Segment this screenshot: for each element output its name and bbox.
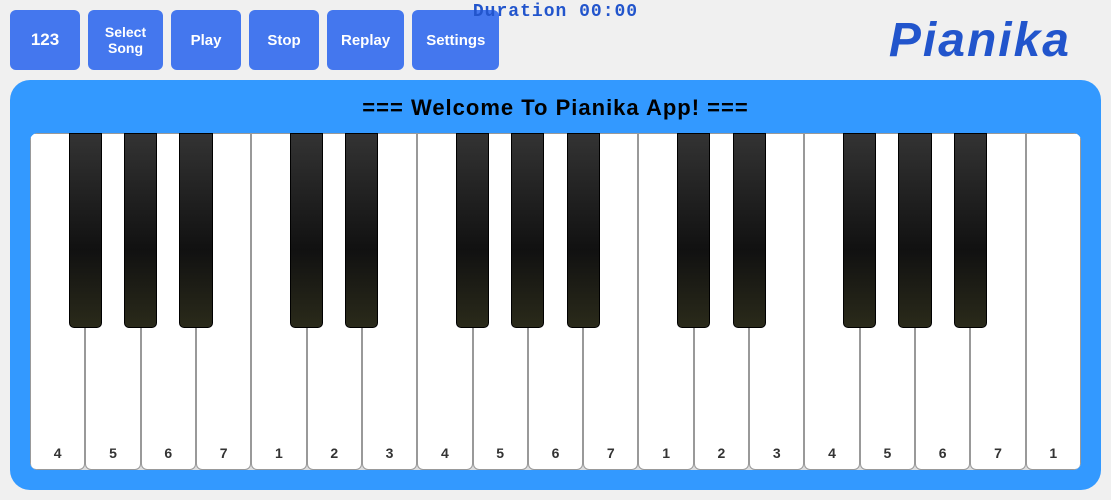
white-key-label-17: 7 bbox=[994, 445, 1002, 461]
white-key-label-9: 6 bbox=[552, 445, 560, 461]
white-key-label-14: 4 bbox=[828, 445, 836, 461]
white-key-label-4: 1 bbox=[275, 445, 283, 461]
white-key-label-3: 7 bbox=[220, 445, 228, 461]
white-key-label-16: 6 bbox=[939, 445, 947, 461]
black-key-6[interactable] bbox=[511, 133, 544, 328]
white-key-18[interactable]: 1 bbox=[1026, 133, 1081, 470]
white-key-label-18: 1 bbox=[1049, 445, 1057, 461]
white-key-label-8: 5 bbox=[496, 445, 504, 461]
black-key-1[interactable] bbox=[124, 133, 157, 328]
black-key-4[interactable] bbox=[345, 133, 378, 328]
duration-label: Duration 00:00 bbox=[473, 2, 638, 22]
black-key-12[interactable] bbox=[954, 133, 987, 328]
btn-replay[interactable]: Replay bbox=[327, 10, 404, 70]
white-key-label-11: 1 bbox=[662, 445, 670, 461]
white-key-label-13: 3 bbox=[773, 445, 781, 461]
white-key-label-5: 2 bbox=[330, 445, 338, 461]
btn-play[interactable]: Play bbox=[171, 10, 241, 70]
white-key-label-12: 2 bbox=[718, 445, 726, 461]
piano-container: === Welcome To Pianika App! === 45671234… bbox=[10, 80, 1101, 490]
btn-stop[interactable]: Stop bbox=[249, 10, 319, 70]
white-key-label-7: 4 bbox=[441, 445, 449, 461]
top-bar: Duration 00:00 123 SelectSong Play Stop … bbox=[10, 10, 1101, 70]
black-key-3[interactable] bbox=[290, 133, 323, 328]
black-key-5[interactable] bbox=[456, 133, 489, 328]
black-key-10[interactable] bbox=[843, 133, 876, 328]
black-key-11[interactable] bbox=[898, 133, 931, 328]
piano-keyboard: 4 5 6 7 1 2 3 4 5 6 7 1 2 3 4 5 6 7 1 bbox=[30, 133, 1081, 470]
white-key-label-15: 5 bbox=[883, 445, 891, 461]
white-key-label-0: 4 bbox=[54, 445, 62, 461]
white-key-label-6: 3 bbox=[386, 445, 394, 461]
white-key-label-1: 5 bbox=[109, 445, 117, 461]
black-key-7[interactable] bbox=[567, 133, 600, 328]
welcome-text: === Welcome To Pianika App! === bbox=[30, 95, 1081, 121]
app-title: Pianika bbox=[889, 13, 1071, 68]
black-key-2[interactable] bbox=[179, 133, 212, 328]
black-key-8[interactable] bbox=[677, 133, 710, 328]
black-key-0[interactable] bbox=[69, 133, 102, 328]
white-key-label-10: 7 bbox=[607, 445, 615, 461]
btn-123[interactable]: 123 bbox=[10, 10, 80, 70]
btn-select-song[interactable]: SelectSong bbox=[88, 10, 163, 70]
white-key-label-2: 6 bbox=[164, 445, 172, 461]
black-key-9[interactable] bbox=[733, 133, 766, 328]
